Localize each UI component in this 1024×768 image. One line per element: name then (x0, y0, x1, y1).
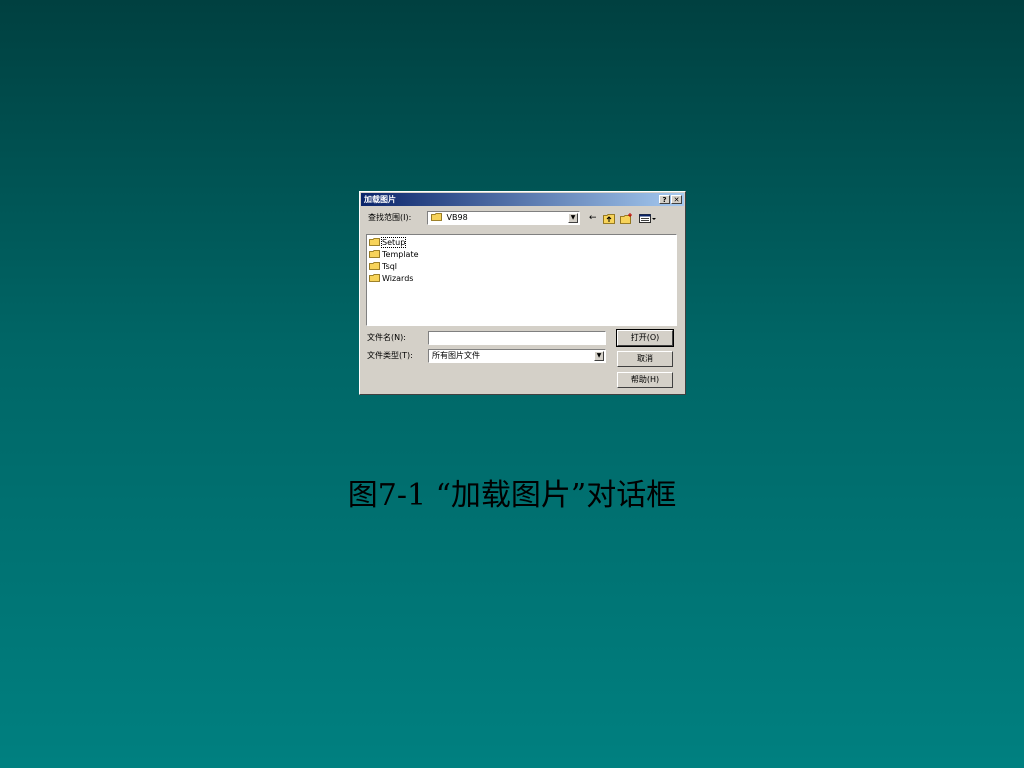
folder-item-setup[interactable]: Setup (369, 236, 407, 248)
up-folder-icon[interactable] (603, 213, 615, 224)
file-list[interactable]: Setup Template Tsql Wizards (366, 234, 677, 326)
help-button[interactable]: 帮助(H) (617, 372, 673, 388)
dropdown-arrow-icon[interactable]: ▼ (594, 351, 604, 361)
folder-name: Wizards (382, 273, 414, 283)
folder-name: Setup (380, 236, 407, 248)
new-folder-icon[interactable] (620, 213, 633, 224)
load-picture-dialog: 加载图片 ? ✕ 查找范围(I): VB98 ▼ ← Setup Templat… (359, 191, 686, 395)
look-in-value: VB98 (446, 213, 468, 222)
back-arrow-icon[interactable]: ← (589, 213, 597, 224)
filename-label: 文件名(N): (367, 333, 406, 342)
filetype-dropdown[interactable]: 所有图片文件 ▼ (428, 349, 606, 363)
folder-name: Tsql (382, 261, 398, 271)
look-in-label: 查找范围(I): (368, 213, 412, 222)
folder-item-template[interactable]: Template (369, 248, 419, 260)
dialog-title: 加载图片 (364, 195, 396, 204)
close-button[interactable]: ✕ (671, 195, 682, 204)
folder-icon (431, 213, 442, 221)
folder-item-wizards[interactable]: Wizards (369, 272, 413, 284)
folder-icon (369, 262, 380, 270)
folder-icon (369, 238, 380, 246)
dialog-titlebar[interactable]: 加载图片 ? ✕ (361, 193, 684, 206)
filetype-label: 文件类型(T): (367, 351, 413, 360)
look-in-dropdown[interactable]: VB98 ▼ (427, 211, 580, 225)
folder-item-tsql[interactable]: Tsql (369, 260, 397, 272)
filename-input[interactable] (428, 331, 606, 345)
folder-icon (369, 250, 380, 258)
folder-name: Template (382, 249, 419, 259)
figure-caption: 图7-1 “加载图片”对话框 (347, 478, 677, 513)
cancel-button[interactable]: 取消 (617, 351, 673, 367)
help-question-button[interactable]: ? (659, 195, 670, 204)
dropdown-arrow-icon[interactable]: ▼ (568, 213, 578, 223)
open-button[interactable]: 打开(O) (616, 329, 674, 347)
folder-icon (369, 274, 380, 282)
view-menu-icon[interactable] (639, 213, 657, 224)
filetype-value: 所有图片文件 (432, 351, 480, 360)
